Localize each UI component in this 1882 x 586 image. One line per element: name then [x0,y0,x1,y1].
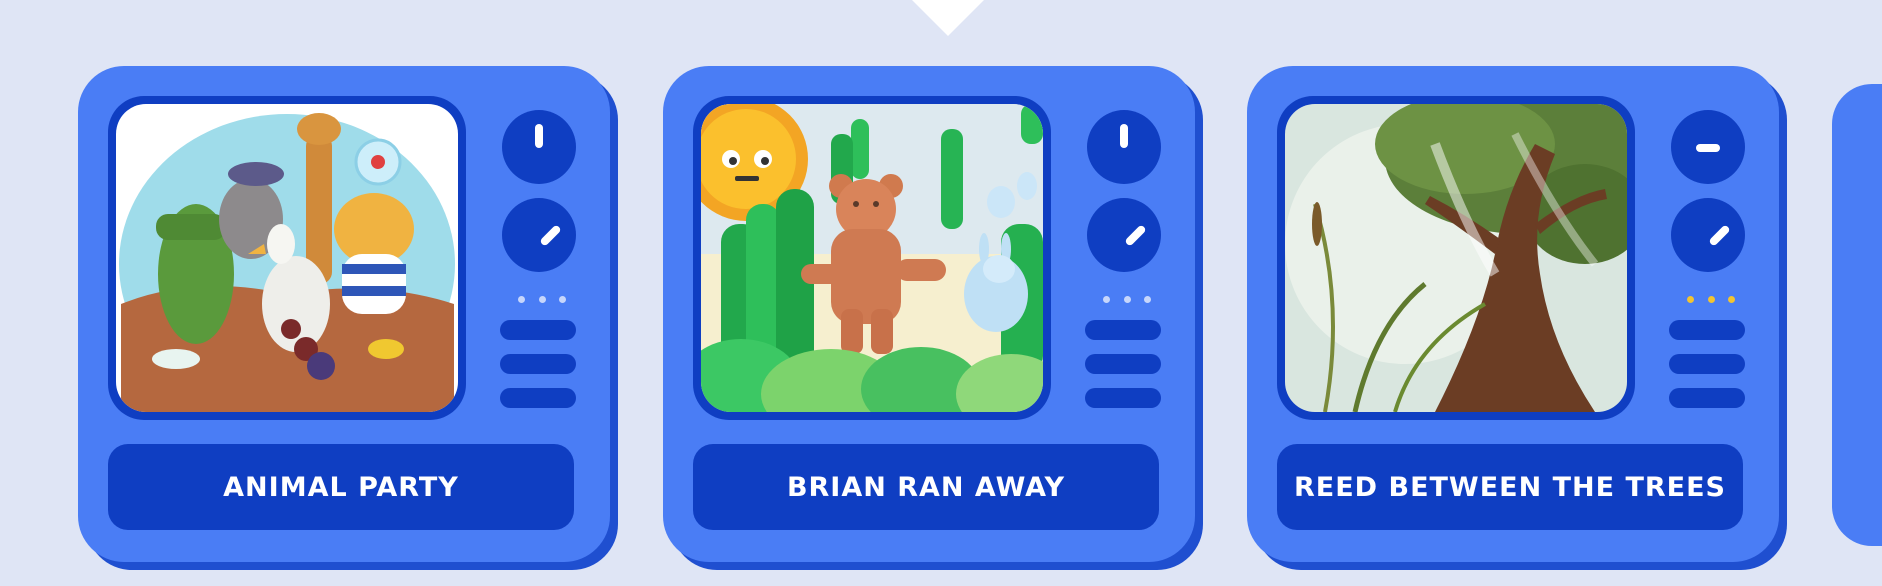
story-card-brian-ran-away[interactable]: BRIAN RAN AWAY [663,66,1195,562]
speaker-grille [1085,354,1161,374]
tv-screen [693,96,1051,420]
volume-knob[interactable] [1087,198,1161,272]
selection-pointer [912,0,984,36]
story-card-animal-party[interactable]: ANIMAL PARTY [78,66,610,562]
indicator-dots [1103,296,1151,304]
animal-party-illustration [116,104,458,412]
speaker-grille [500,320,576,340]
indicator-dots [518,296,566,304]
speaker-grille [1669,388,1745,408]
story-title-button[interactable]: ANIMAL PARTY [108,444,574,530]
speaker-grille [1085,388,1161,408]
speaker-grille [1669,320,1745,340]
indicator-dots-active [1687,296,1735,304]
volume-knob[interactable] [502,198,576,272]
tv-screen [108,96,466,420]
channel-knob[interactable] [502,110,576,184]
speaker-grille [500,354,576,374]
story-card-reed-between-the-trees[interactable]: REED BETWEEN THE TREES [1247,66,1779,562]
speaker-grille [1669,354,1745,374]
reed-between-the-trees-illustration [1285,104,1627,412]
story-title-button[interactable]: REED BETWEEN THE TREES [1277,444,1743,530]
volume-knob[interactable] [1671,198,1745,272]
brian-ran-away-illustration [701,104,1043,412]
tv-screen [1277,96,1635,420]
speaker-grille [500,388,576,408]
speaker-grille [1085,320,1161,340]
channel-knob[interactable] [1087,110,1161,184]
story-card-partial[interactable] [1832,84,1882,546]
story-title-button[interactable]: BRIAN RAN AWAY [693,444,1159,530]
channel-knob[interactable] [1671,110,1745,184]
